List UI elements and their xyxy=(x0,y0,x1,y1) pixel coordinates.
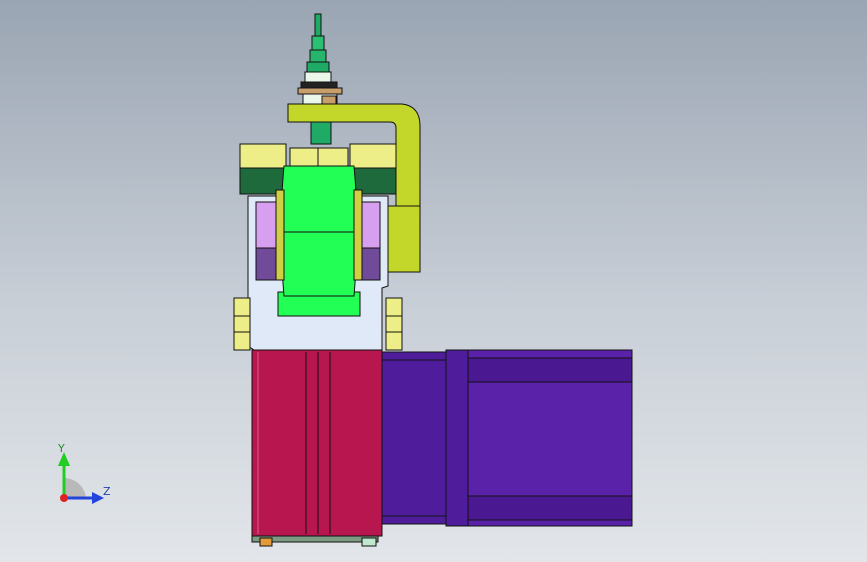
cad-viewport[interactable]: Y Z xyxy=(0,0,867,562)
top-clamp-blocks xyxy=(239,143,397,169)
y-axis-label: Y xyxy=(58,442,65,455)
green-roller xyxy=(275,165,363,297)
motor-purple xyxy=(381,349,633,527)
spindle-assembly xyxy=(297,13,343,145)
x-axis-dot-icon xyxy=(60,494,68,502)
motor-housing-red xyxy=(251,349,383,547)
z-axis-label: Z xyxy=(103,485,111,498)
axis-triad xyxy=(58,452,104,504)
